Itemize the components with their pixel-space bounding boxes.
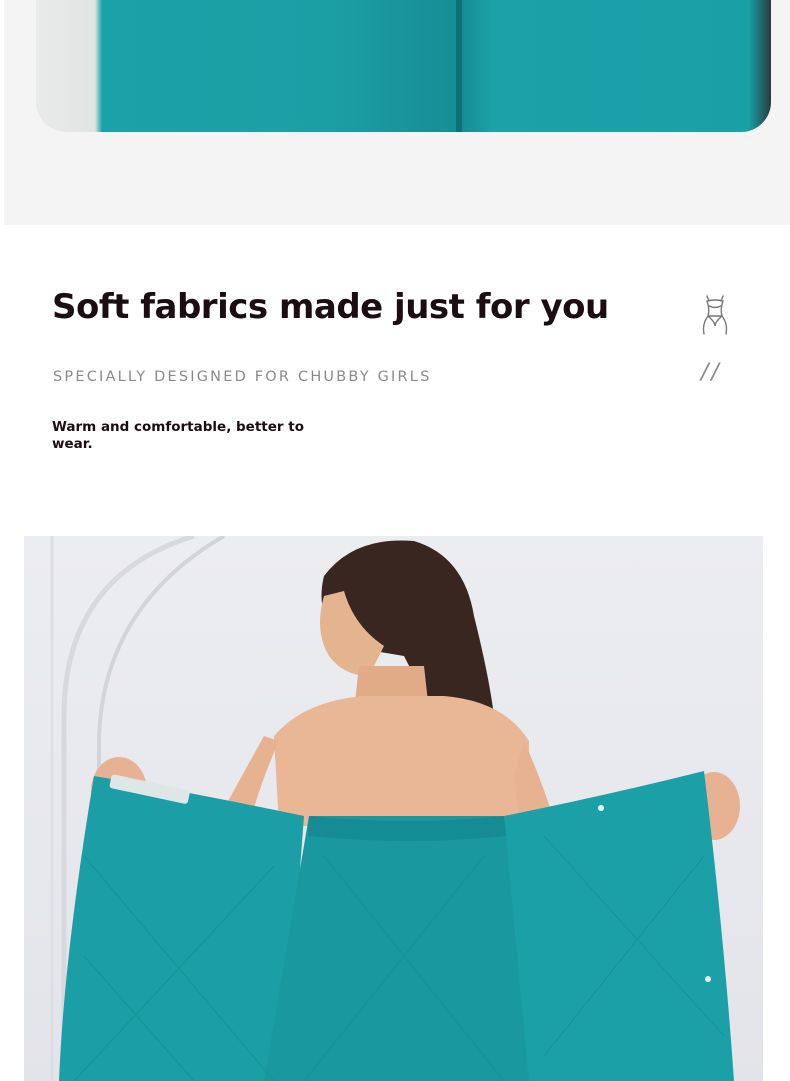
towel-closeup-photo [36, 0, 771, 132]
description: Warm and comfortable, better to wear. [52, 419, 304, 452]
model-wearing-towel-photo [24, 536, 763, 1081]
product-photo-illustration [50, 536, 740, 1081]
slash-decoration: // [701, 360, 722, 385]
body-silhouette-icon [702, 295, 728, 335]
subheadline: SPECIALLY DESIGNED FOR CHUBBY GIRLS [53, 369, 432, 385]
headline: Soft fabrics made just for you [52, 287, 609, 327]
top-product-band [4, 0, 790, 225]
towel-fold [456, 0, 462, 132]
